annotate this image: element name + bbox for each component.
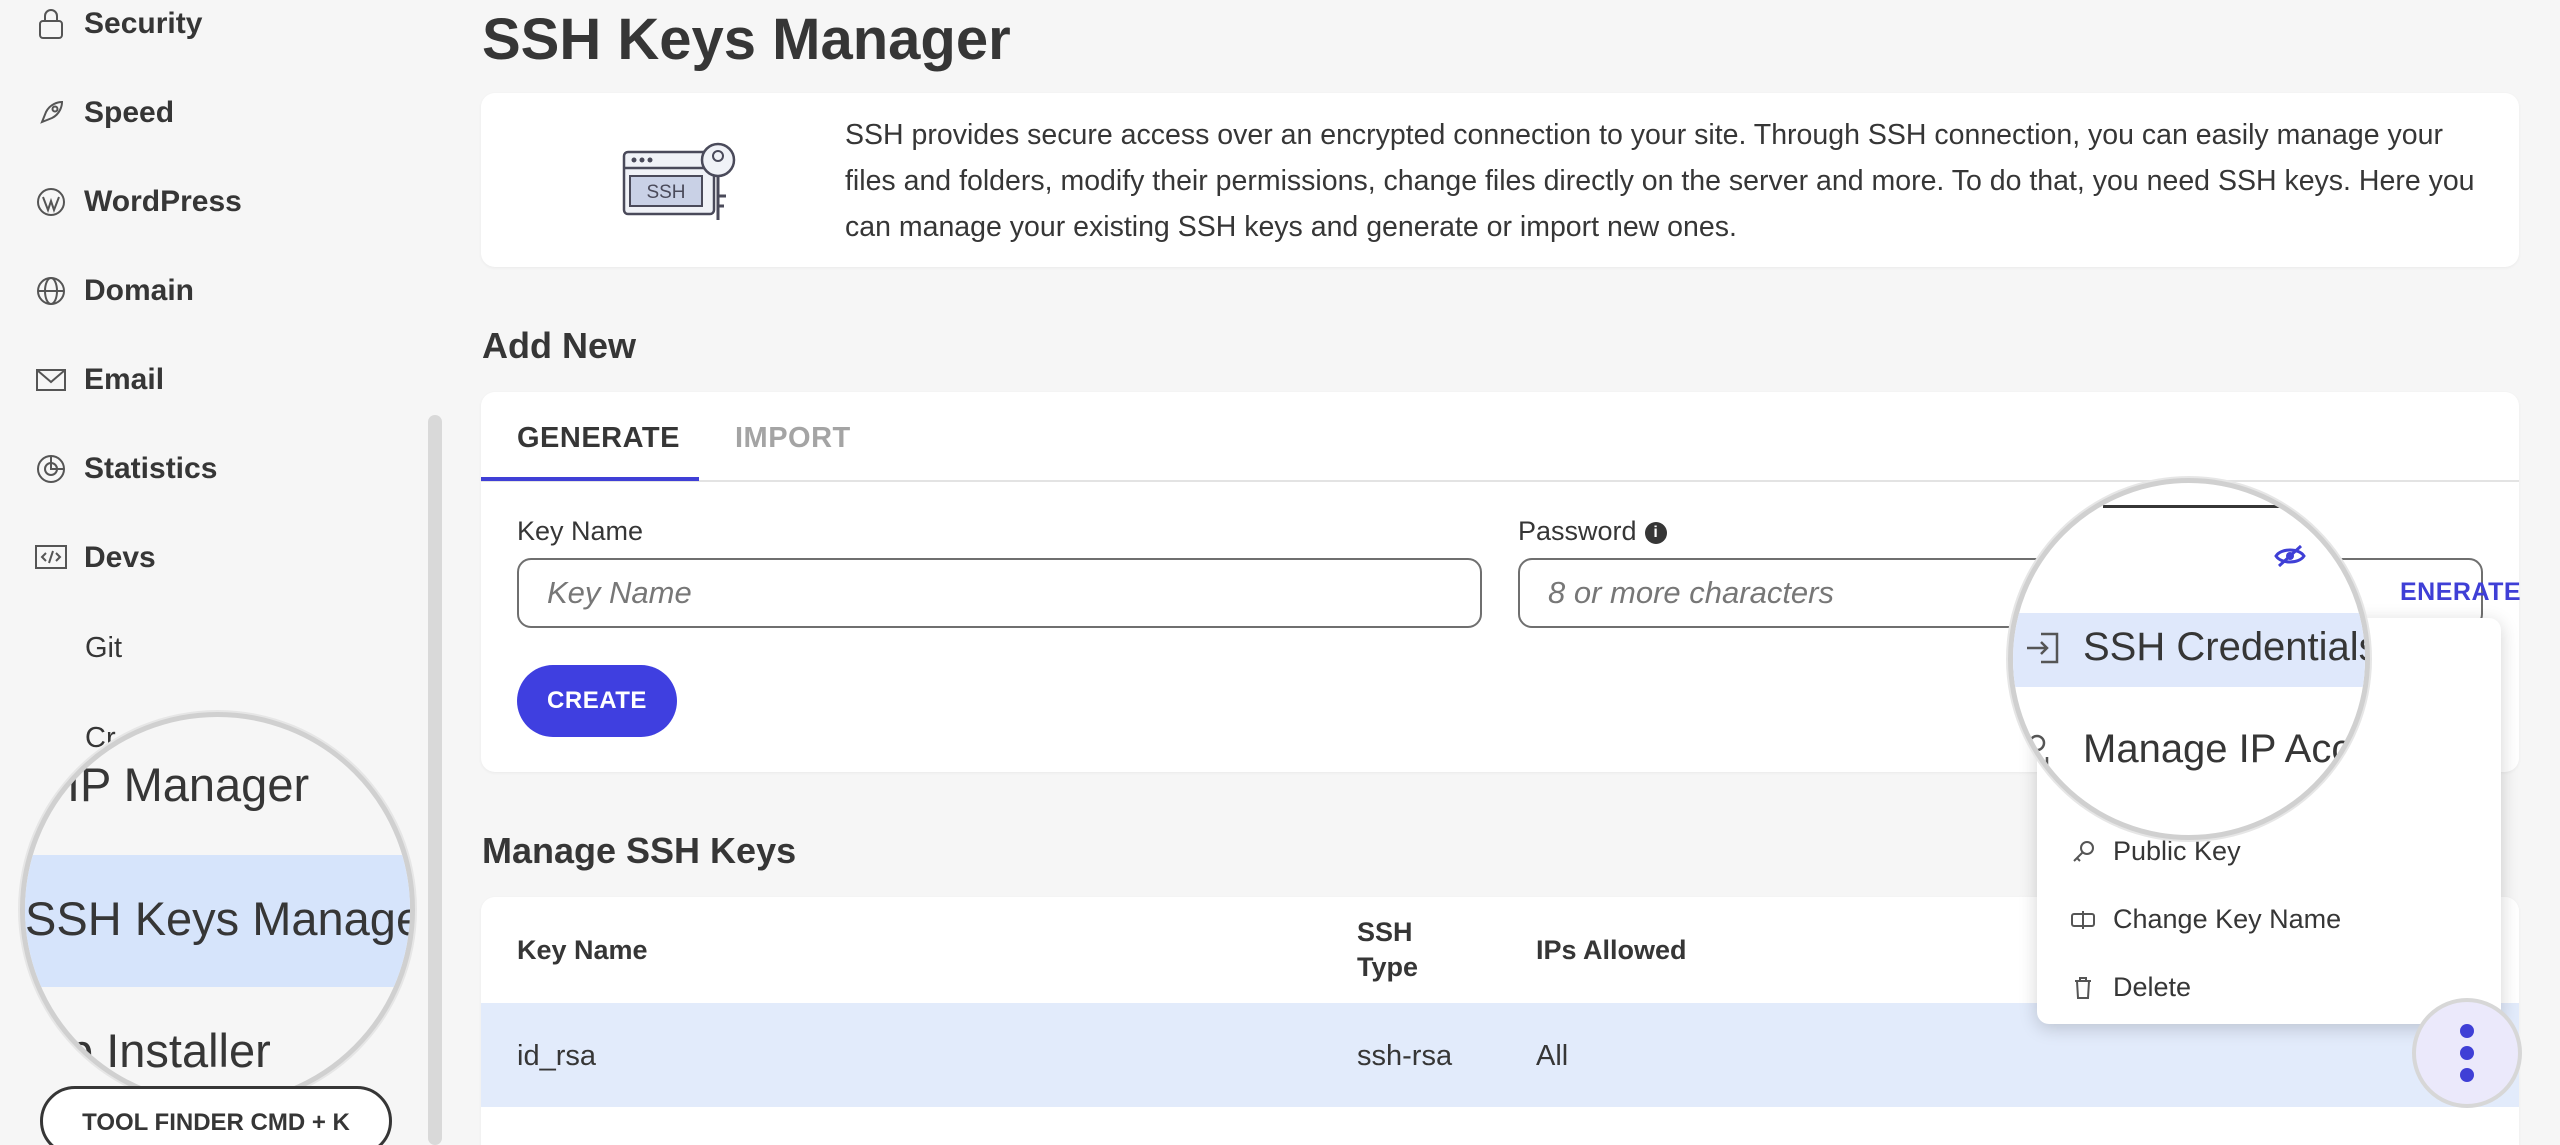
tool-finder-button[interactable]: TOOL FINDER CMD + K <box>40 1086 392 1145</box>
menu-item-label: Public Key <box>2113 836 2241 866</box>
sidebar-item-ssh-keys-manager[interactable]: SSH Keys Manager <box>25 891 410 946</box>
sidebar-item-label: Email <box>84 363 165 396</box>
sidebar-item-label: Security <box>84 7 203 40</box>
column-header-key-name: Key Name <box>517 935 648 965</box>
ssh-illustration: SSH <box>620 138 740 228</box>
menu-magnifier: SSH Credentials Manage IP Acc <box>2008 478 2370 840</box>
trash-icon <box>2069 974 2097 1002</box>
sidebar-item-security[interactable]: Security <box>34 0 202 54</box>
add-new-tabs: GENERATE IMPORT <box>481 392 2519 482</box>
row-actions-kebab-button[interactable] <box>2412 998 2522 1108</box>
kebab-dot <box>2460 1068 2474 1082</box>
lock-icon <box>34 7 68 41</box>
active-tab-indicator <box>481 477 699 481</box>
rocket-icon <box>34 96 68 130</box>
menu-item-ssh-credentials[interactable]: SSH Credentials <box>2083 625 2365 670</box>
tab-import[interactable]: IMPORT <box>735 422 851 455</box>
column-header-type: Type <box>1357 952 1419 982</box>
manage-ssh-keys-title: Manage SSH Keys <box>482 830 797 871</box>
key-icon <box>2069 838 2097 866</box>
code-icon <box>34 541 68 575</box>
sidebar-item-label: Statistics <box>84 452 218 485</box>
sidebar-item-speed[interactable]: Speed <box>34 83 174 143</box>
ip-pin-icon <box>2023 731 2063 776</box>
intro-text: SSH provides secure access over an encry… <box>845 119 2475 243</box>
sidebar-item-email[interactable]: Email <box>34 350 164 410</box>
kebab-dot <box>2460 1024 2474 1038</box>
wordpress-icon <box>34 185 68 219</box>
sidebar-item-label: WordPress <box>84 185 242 218</box>
hide-password-icon[interactable] <box>2273 543 2307 574</box>
sidebar-subitem-git[interactable]: Git <box>85 632 122 665</box>
login-icon <box>2023 628 2063 673</box>
kebab-dot <box>2460 1046 2474 1060</box>
password-label: Password <box>1518 516 1637 546</box>
sidebar-item-wordpress[interactable]: WordPress <box>34 172 242 232</box>
globe-icon <box>34 274 68 308</box>
menu-item-manage-ip-access[interactable]: Manage IP Acc <box>2083 727 2351 772</box>
menu-item-label: Delete <box>2113 972 2192 1002</box>
sidebar-item-domain[interactable]: Domain <box>34 261 194 321</box>
cell-ssh-type: ssh-rsa <box>1357 1040 1453 1072</box>
cell-key-name: id_rsa <box>517 1040 596 1072</box>
sidebar-item-label: Speed <box>84 96 175 129</box>
add-new-title: Add New <box>482 325 637 366</box>
sidebar-item-devs[interactable]: Devs <box>34 528 156 588</box>
menu-item-label: Change Key Name <box>2113 904 2342 934</box>
sidebar-item-label: Devs <box>84 541 156 574</box>
sidebar-scrollbar[interactable] <box>428 415 442 1145</box>
sidebar-item-app-installer[interactable]: p Installer <box>67 1023 271 1078</box>
sidebar-item-label: Domain <box>84 274 195 307</box>
mail-icon <box>34 363 68 397</box>
pie-chart-icon <box>34 452 68 486</box>
generate-password-button[interactable]: ENERATE <box>2400 578 2521 607</box>
column-header-ips-allowed: IPs Allowed <box>1536 935 1687 965</box>
ssh-illustration-label: SSH <box>646 182 685 203</box>
password-label-wrap: Password i <box>1518 516 1667 547</box>
tab-generate[interactable]: GENERATE <box>517 422 680 455</box>
column-header-ssh: SSH <box>1357 917 1413 947</box>
key-name-label: Key Name <box>517 516 644 546</box>
create-button[interactable]: CREATE <box>517 665 677 737</box>
cell-ips-allowed: All <box>1536 1040 1569 1072</box>
info-icon[interactable]: i <box>1644 521 1667 544</box>
menu-item-public-key[interactable]: Public Key <box>2069 836 2241 867</box>
menu-item-change-key-name[interactable]: Change Key Name <box>2069 904 2341 935</box>
sidebar-magnifier: IP Manager SSH Keys Manager p Installer <box>20 712 415 1107</box>
input-border-fragment <box>2103 505 2293 508</box>
menu-item-delete[interactable]: Delete <box>2069 972 2191 1003</box>
page-title: SSH Keys Manager <box>482 7 1011 72</box>
rename-icon <box>2069 906 2097 934</box>
sidebar-item-statistics[interactable]: Statistics <box>34 439 217 499</box>
sidebar-item-ip-manager[interactable]: IP Manager <box>67 757 309 812</box>
key-name-input[interactable]: Key Name <box>517 558 1482 628</box>
